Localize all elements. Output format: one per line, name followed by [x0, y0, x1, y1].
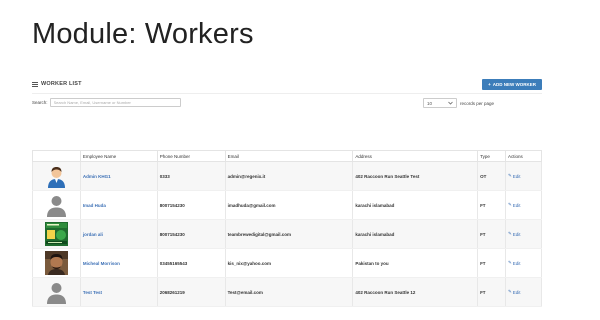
phone-cell: 0333 [156, 161, 226, 191]
table-row: jordan ali 8007154230 teambrewedigital@g… [32, 219, 542, 249]
chevron-down-icon [448, 101, 453, 105]
photo-cell [32, 248, 81, 278]
address-cell: 402 Raccoon Run Seattle 12 [352, 277, 479, 307]
table-row: Imad Huda 8007154230 imadhuda@gmail.com … [32, 190, 542, 220]
type-cell: FT [477, 277, 507, 307]
photo-cell [32, 161, 81, 191]
phone-cell: 8007154230 [156, 190, 226, 220]
records-per-page-label: records per page [460, 100, 495, 106]
photo-cell [32, 190, 81, 220]
phone-cell: 03455165543 [156, 248, 226, 278]
column-header-actions: Actions [505, 150, 542, 162]
edit-label: Edit [512, 289, 521, 295]
edit-button[interactable]: ✎ Edit [508, 231, 521, 237]
column-header-email[interactable]: Email [224, 150, 354, 162]
page-title: Module: Workers [32, 18, 254, 50]
green-poster-image [44, 222, 68, 246]
edit-icon: ✎ [508, 173, 512, 178]
per-page-control: 10 records per page [423, 98, 494, 108]
cartoon-avatar-image [44, 164, 68, 188]
search-input[interactable] [49, 98, 181, 107]
panel-title: WORKER LIST [32, 81, 82, 87]
workers-table: Employee Name Phone Number Email Address… [32, 150, 542, 307]
edit-icon: ✎ [508, 202, 512, 207]
actions-cell: ✎ Edit [505, 248, 542, 278]
edit-label: Edit [512, 260, 521, 266]
search-row: Search: [32, 98, 181, 107]
edit-icon: ✎ [508, 260, 512, 265]
add-new-worker-label: ADD NEW WORKER [492, 81, 536, 87]
column-header-address[interactable]: Address [352, 150, 479, 162]
plus-icon: + [488, 81, 491, 87]
employee-name-link[interactable]: Admin KHG1 [79, 161, 158, 191]
employee-name-link[interactable]: jordan ali [79, 219, 158, 249]
type-cell: OT [477, 161, 507, 191]
edit-button[interactable]: ✎ Edit [508, 289, 521, 295]
table-row: Micheal Morrison 03455165543 kis_nix@yah… [32, 248, 542, 278]
add-new-worker-button[interactable]: + ADD NEW WORKER [482, 78, 542, 90]
edit-button[interactable]: ✎ Edit [508, 173, 521, 179]
phone-cell: 2068261219 [156, 277, 226, 307]
employee-name-link[interactable]: Test Test [79, 277, 158, 307]
column-header-phone-number[interactable]: Phone Number [156, 150, 226, 162]
photo-cell [32, 277, 81, 307]
type-cell: FT [477, 190, 507, 220]
email-cell: imadhuda@gmail.com [224, 190, 354, 220]
phone-cell: 8007154230 [156, 219, 226, 249]
edit-icon: ✎ [508, 231, 512, 236]
email-cell: kis_nix@yahoo.com [224, 248, 354, 278]
actions-cell: ✎ Edit [505, 219, 542, 249]
photo-cell [32, 219, 81, 249]
records-per-page-select[interactable]: 10 [423, 98, 457, 108]
column-header-employee-name[interactable]: Employee Name [79, 150, 158, 162]
edit-label: Edit [512, 231, 521, 237]
employee-name-link[interactable]: Imad Huda [79, 190, 158, 220]
placeholder-silhouette-image [44, 280, 68, 304]
address-cell: Pakistan to you [352, 248, 479, 278]
panel-title-label: WORKER LIST [41, 81, 82, 87]
address-cell: karachi islamabad [352, 219, 479, 249]
placeholder-silhouette-image [44, 193, 68, 217]
email-cell: admin@regenix.it [224, 161, 354, 191]
records-per-page-value: 10 [427, 100, 433, 106]
table-header-row: Employee Name Phone Number Email Address… [32, 150, 542, 162]
edit-label: Edit [512, 202, 521, 208]
type-cell: FT [477, 219, 507, 249]
table-row: Admin KHG1 0333 admin@regenix.it 402 Rac… [32, 161, 542, 191]
man-portrait-image [44, 251, 68, 275]
column-header-type[interactable]: Type [477, 150, 507, 162]
panel-header: WORKER LIST + ADD NEW WORKER [32, 76, 542, 92]
email-cell: Test@email.com [224, 277, 354, 307]
actions-cell: ✎ Edit [505, 161, 542, 191]
edit-button[interactable]: ✎ Edit [508, 202, 521, 208]
edit-icon: ✎ [508, 289, 512, 294]
type-cell: FT [477, 248, 507, 278]
edit-label: Edit [512, 173, 521, 179]
email-cell: teambrewedigital@gmail.com [224, 219, 354, 249]
actions-cell: ✎ Edit [505, 190, 542, 220]
address-cell: karachi islamabad [352, 190, 479, 220]
column-header-photo [32, 150, 81, 162]
panel-divider [32, 93, 542, 94]
list-icon [32, 81, 38, 87]
address-cell: 402 Raccoon Run Seattle Test [352, 161, 479, 191]
edit-button[interactable]: ✎ Edit [508, 260, 521, 266]
table-row: Test Test 2068261219 Test@email.com 402 … [32, 277, 542, 307]
actions-cell: ✎ Edit [505, 277, 542, 307]
search-label: Search: [32, 100, 48, 105]
employee-name-link[interactable]: Micheal Morrison [79, 248, 158, 278]
